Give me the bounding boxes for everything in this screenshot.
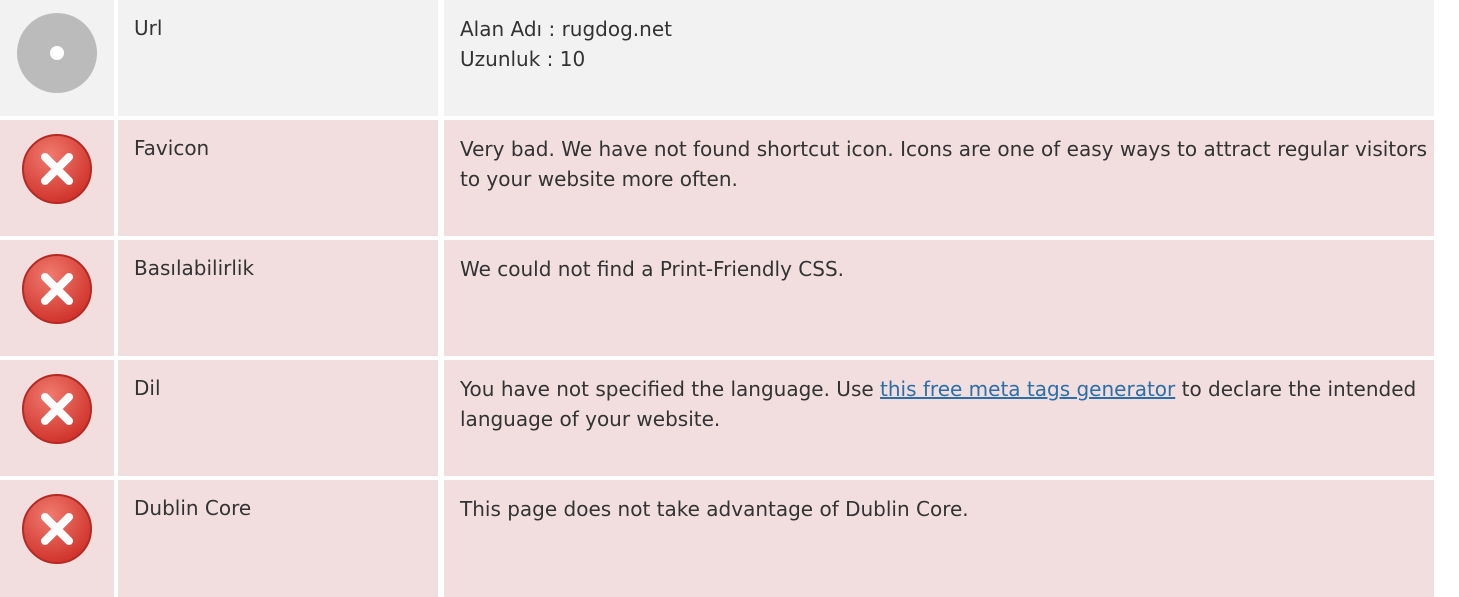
error-x-icon xyxy=(22,134,92,204)
row-value: We could not find a Print-Friendly CSS. xyxy=(444,240,1434,356)
row-language: Dil You have not specified the language.… xyxy=(0,360,1459,476)
domain-name-text: Alan Adı : rugdog.net xyxy=(460,17,672,41)
row-label: Dublin Core xyxy=(118,480,438,597)
row-label: Basılabilirlik xyxy=(118,240,438,356)
error-x-icon xyxy=(22,374,92,444)
row-favicon: Favicon Very bad. We have not found shor… xyxy=(0,120,1459,236)
grey-dot-icon xyxy=(17,13,97,93)
error-x-icon xyxy=(22,494,92,564)
row-label: Dil xyxy=(118,360,438,476)
row-url: Url Alan Adı : rugdog.net Uzunluk : 10 xyxy=(0,0,1459,116)
url-length-text: Uzunluk : 10 xyxy=(460,47,586,71)
icon-cell xyxy=(0,0,114,116)
language-text-before: You have not specified the language. Use xyxy=(460,377,881,401)
row-value: Very bad. We have not found shortcut ico… xyxy=(444,120,1434,236)
meta-tags-generator-link[interactable]: this free meta tags generator xyxy=(880,377,1175,401)
row-label: Url xyxy=(118,0,438,116)
row-value: Alan Adı : rugdog.net Uzunluk : 10 xyxy=(444,0,1434,116)
seo-report-table: Url Alan Adı : rugdog.net Uzunluk : 10 F… xyxy=(0,0,1459,597)
error-x-icon xyxy=(22,254,92,324)
row-value: You have not specified the language. Use… xyxy=(444,360,1434,476)
row-value: This page does not take advantage of Dub… xyxy=(444,480,1434,597)
icon-cell xyxy=(0,480,114,597)
icon-cell xyxy=(0,360,114,476)
icon-cell xyxy=(0,120,114,236)
icon-cell xyxy=(0,240,114,356)
row-dublin-core: Dublin Core This page does not take adva… xyxy=(0,480,1459,597)
row-label: Favicon xyxy=(118,120,438,236)
row-printability: Basılabilirlik We could not find a Print… xyxy=(0,240,1459,356)
